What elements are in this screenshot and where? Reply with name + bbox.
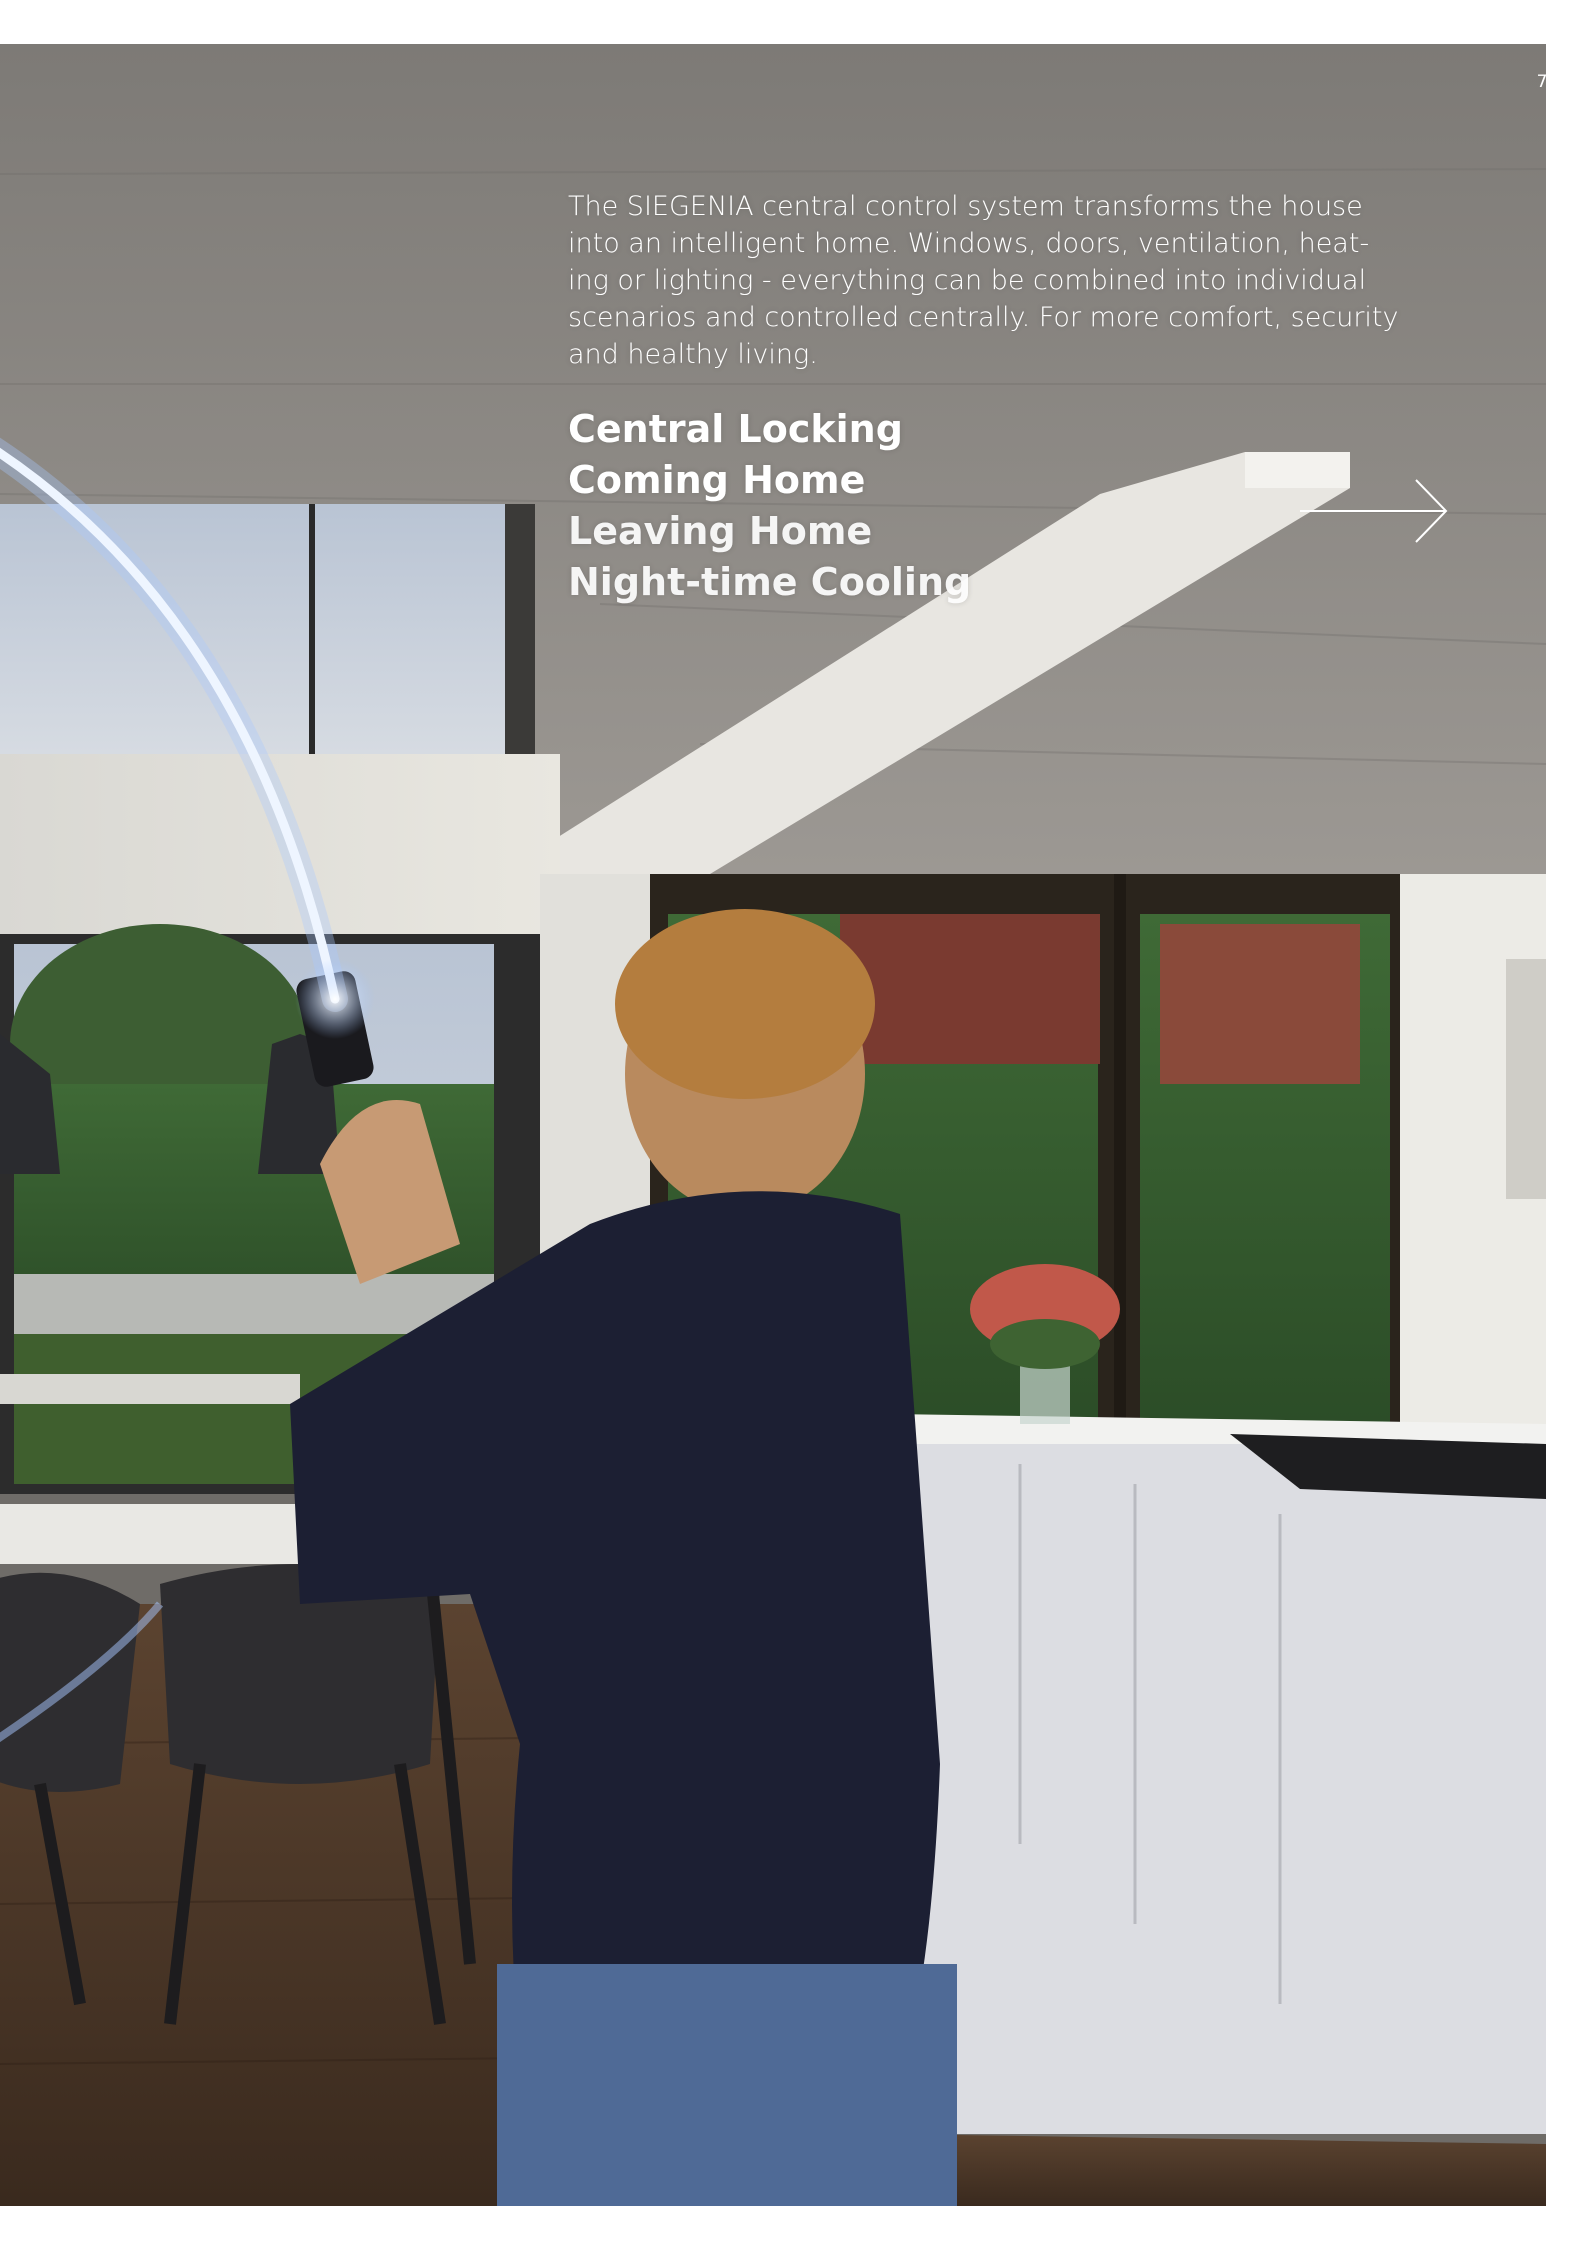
intro-line: and healthy living. — [568, 339, 818, 370]
intro-line: ing or lighting - everything can be comb… — [568, 265, 1367, 296]
intro-line: into an intelligent home. Windows, doors… — [568, 228, 1370, 259]
page-number: 7 — [1536, 72, 1548, 92]
scenario-central-locking[interactable]: Central Locking — [568, 404, 971, 455]
scenario-night-time-cooling[interactable]: Night-time Cooling — [568, 557, 971, 608]
brochure-page: 7 The SIEGENIA central control system tr… — [0, 0, 1588, 2246]
scenario-list: Central Locking Coming Home Leaving Home… — [568, 404, 971, 608]
intro-line: The SIEGENIA central control system tran… — [568, 191, 1363, 222]
scenario-leaving-home[interactable]: Leaving Home — [568, 506, 971, 557]
intro-line: scenarios and controlled centrally. For … — [568, 302, 1399, 333]
intro-paragraph: The SIEGENIA central control system tran… — [568, 188, 1468, 373]
arrow-right-icon[interactable] — [1300, 478, 1450, 544]
scenario-coming-home[interactable]: Coming Home — [568, 455, 971, 506]
